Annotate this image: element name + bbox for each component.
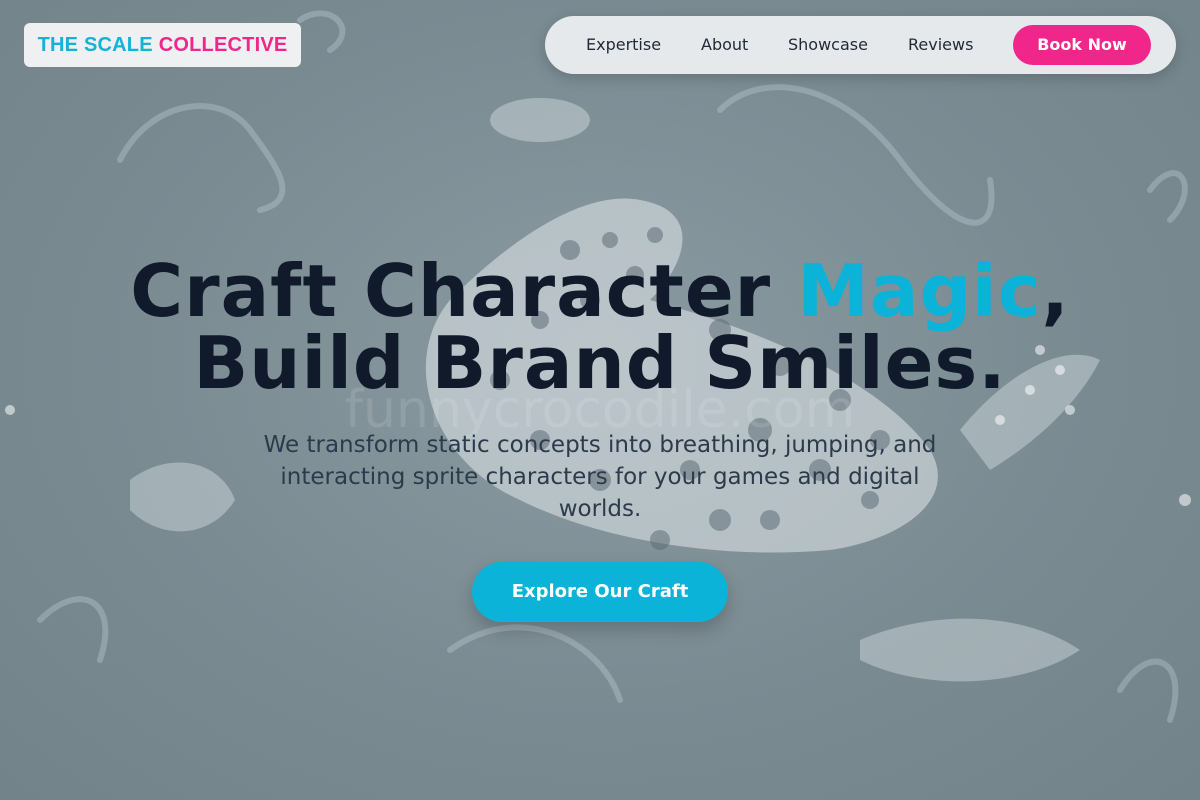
main-navigation: Expertise About Showcase Reviews Book No… bbox=[545, 16, 1176, 74]
hero-title: Craft Character Magic, Build Brand Smile… bbox=[0, 255, 1200, 399]
brand-name-part2: COLLECTIVE bbox=[158, 33, 288, 56]
nav-item-about[interactable]: About bbox=[701, 16, 748, 74]
brand-name-part1: THE SCALE bbox=[37, 33, 153, 56]
nav-item-reviews[interactable]: Reviews bbox=[908, 16, 973, 74]
hero-subtitle: We transform static concepts into breath… bbox=[263, 432, 937, 522]
hero-title-end: , bbox=[1041, 249, 1070, 333]
hero-section: Craft Character Magic, Build Brand Smile… bbox=[0, 255, 1200, 525]
book-now-button[interactable]: Book Now bbox=[1013, 25, 1151, 65]
hero-title-line2: Build Brand Smiles. bbox=[193, 321, 1007, 405]
nav-item-showcase[interactable]: Showcase bbox=[788, 16, 868, 74]
nav-item-expertise[interactable]: Expertise bbox=[586, 16, 661, 74]
explore-craft-button[interactable]: Explore Our Craft bbox=[472, 562, 728, 622]
brand-logo[interactable]: THE SCALE COLLECTIVE bbox=[24, 23, 301, 67]
